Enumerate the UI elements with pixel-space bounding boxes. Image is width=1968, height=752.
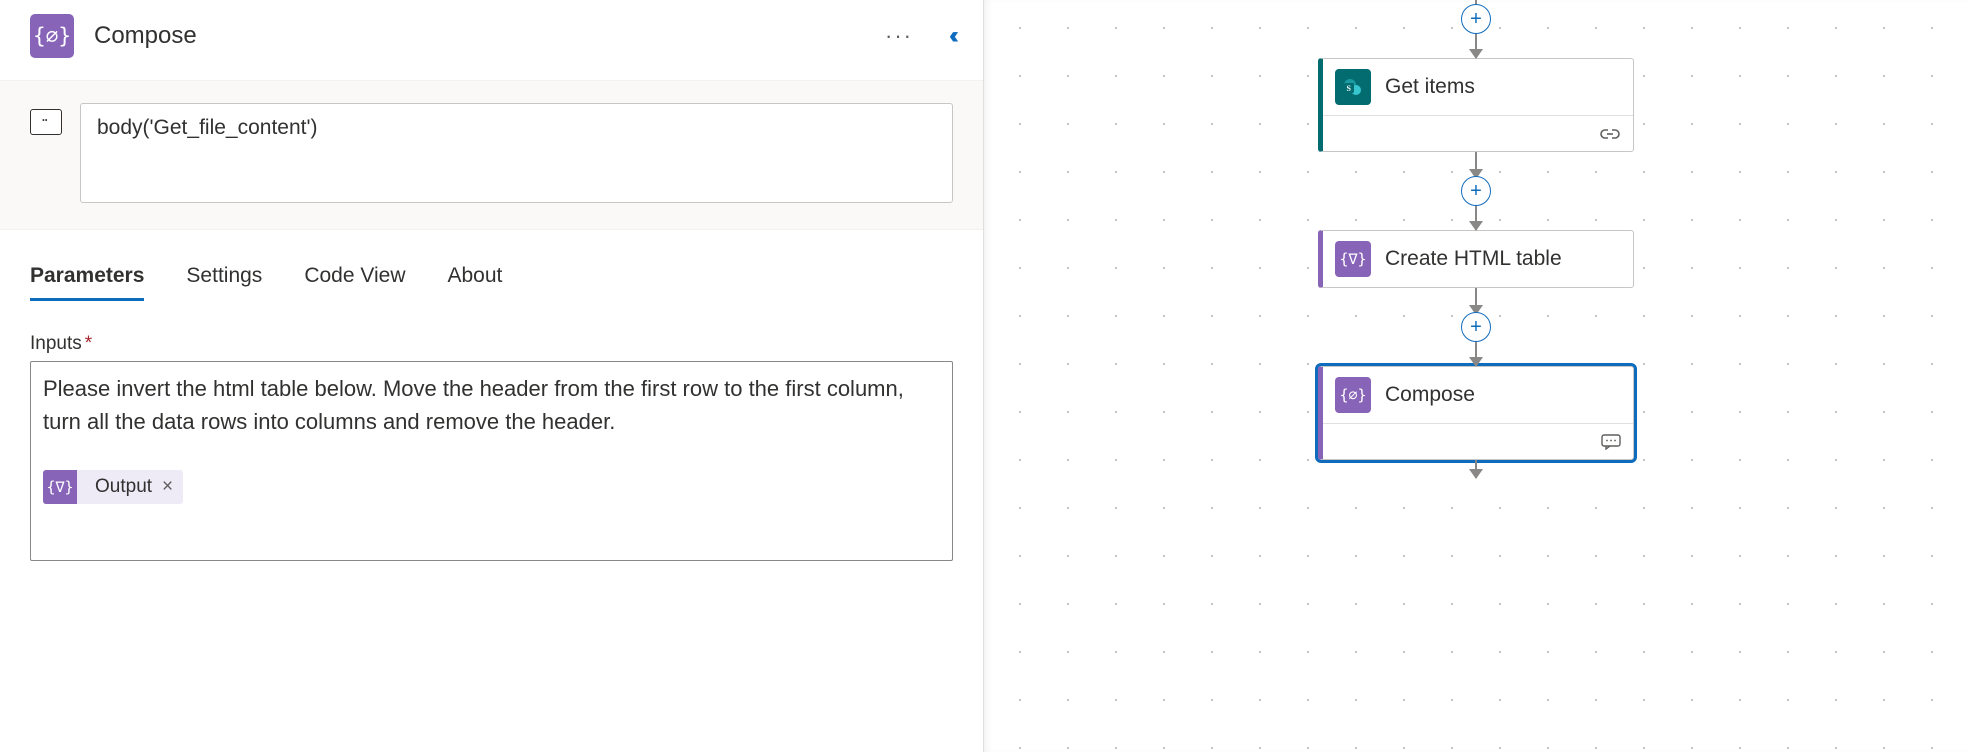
- tabs: Parameters Settings Code View About: [0, 230, 983, 301]
- connector: [1475, 288, 1477, 314]
- output-token[interactable]: {∇} Output ×: [43, 470, 183, 504]
- more-icon[interactable]: ···: [885, 25, 913, 47]
- node-footer: [1323, 115, 1633, 151]
- tab-parameters[interactable]: Parameters: [30, 264, 144, 301]
- data-operation-icon: {∅}: [1335, 377, 1371, 413]
- token-label: Output: [95, 473, 152, 502]
- compose-icon: {∅}: [30, 14, 74, 58]
- token-remove-icon[interactable]: ×: [162, 473, 173, 502]
- comment-icon[interactable]: [1601, 434, 1621, 450]
- add-step-button[interactable]: +: [1461, 4, 1491, 34]
- token-icon: {∇}: [43, 470, 77, 504]
- data-operation-icon: {∇}: [1335, 241, 1371, 277]
- flow-column: + S Get items + {∇} Create HTML table: [1316, 0, 1636, 478]
- connector: [1475, 460, 1477, 478]
- inputs-text: Please invert the html table below. Move…: [43, 376, 904, 434]
- sharepoint-icon: S: [1335, 69, 1371, 105]
- add-step-button[interactable]: +: [1461, 312, 1491, 342]
- link-icon[interactable]: [1599, 127, 1621, 141]
- svg-text:••: ••: [42, 116, 48, 125]
- svg-text:S: S: [1347, 84, 1352, 93]
- connector: [1475, 32, 1477, 58]
- panel-title: Compose: [94, 22, 865, 50]
- tab-settings[interactable]: Settings: [186, 264, 262, 301]
- panel-header: {∅} Compose ··· ‹‹: [0, 0, 983, 80]
- collapse-panel-button[interactable]: ‹‹: [949, 22, 953, 50]
- add-step-button[interactable]: +: [1461, 176, 1491, 206]
- inputs-label-text: Inputs: [30, 333, 82, 354]
- details-panel: {∅} Compose ··· ‹‹ •• body('Get_file_con…: [0, 0, 984, 752]
- required-indicator: *: [85, 333, 92, 354]
- node-compose[interactable]: {∅} Compose: [1318, 366, 1634, 460]
- node-title: Get items: [1385, 75, 1475, 99]
- node-get-items[interactable]: S Get items: [1318, 58, 1634, 152]
- inputs-textarea[interactable]: Please invert the html table below. Move…: [30, 361, 953, 561]
- tab-code-view[interactable]: Code View: [304, 264, 405, 301]
- comment-icon[interactable]: ••: [30, 109, 62, 135]
- connector: [1475, 152, 1477, 178]
- flow-canvas[interactable]: + S Get items + {∇} Create HTML table: [984, 0, 1968, 752]
- expression-section: •• body('Get_file_content'): [0, 80, 983, 230]
- inputs-label: Inputs*: [30, 333, 953, 355]
- node-footer: [1323, 423, 1633, 459]
- tab-about[interactable]: About: [448, 264, 503, 301]
- node-title: Create HTML table: [1385, 247, 1562, 271]
- inputs-field: Inputs* Please invert the html table bel…: [0, 301, 983, 561]
- connector: [1475, 340, 1477, 366]
- connector: [1475, 204, 1477, 230]
- node-title: Compose: [1385, 383, 1475, 407]
- header-actions: ··· ‹‹: [885, 22, 953, 50]
- expression-input[interactable]: body('Get_file_content'): [80, 103, 953, 203]
- node-create-html-table[interactable]: {∇} Create HTML table: [1318, 230, 1634, 288]
